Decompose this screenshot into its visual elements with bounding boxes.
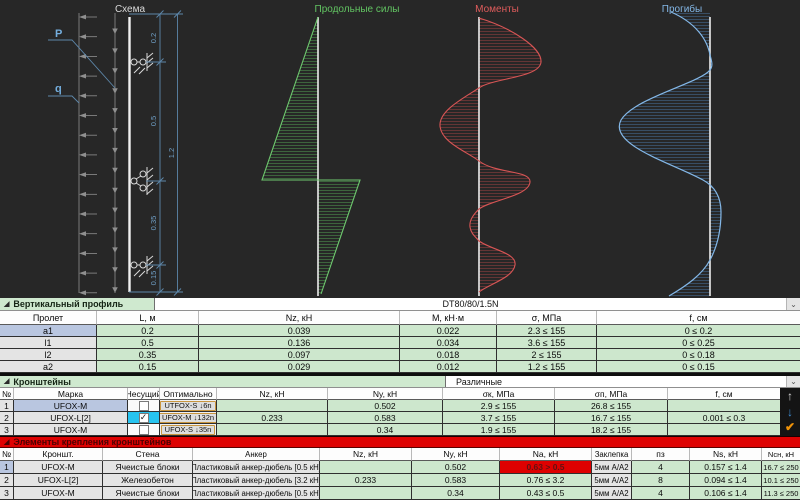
brackets-table: № Марка Несущий Оптимально Nz, кН Ny, кН… [0, 388, 800, 436]
collapse-icon[interactable]: ◢ [4, 301, 9, 308]
table-row[interactable]: а2 0.15 0.029 0.012 1.2 ≤ 155 0 ≤ 0.15 [0, 361, 800, 373]
table-row[interactable]: 1 UFOX-M UTFOX-S ↓6n 0.502 2.9 ≤ 155 26.… [0, 400, 800, 412]
table-row[interactable]: 1 UFOX-M Ячеистые блоки Пластиковый анке… [0, 461, 800, 474]
support-symbols [130, 52, 154, 278]
brackets-section-title: Кронштейны [13, 376, 71, 387]
collapse-icon[interactable]: ◢ [4, 439, 9, 446]
bearing-checkbox-cell: ✓ [128, 412, 160, 424]
diagram-canvas: Схема Продольные силы Моменты Прогибы P … [48, 3, 722, 297]
axial-forces-title: Продольные силы [315, 4, 400, 15]
fasteners-table: № Кроншт. Стена Анкер Nz, кН Ny, кН Na, … [0, 448, 800, 500]
fasteners-table-header: № Кроншт. Стена Анкер Nz, кН Ny, кН Na, … [0, 448, 800, 461]
optimal-bracket-button[interactable]: UFOX-M ↓132n [160, 412, 216, 423]
fasteners-section-title: Элементы крепления кронштейнов [13, 437, 172, 447]
brackets-group-header[interactable]: ◢ Кронштейны [0, 376, 446, 387]
svg-text:0.35: 0.35 [149, 216, 158, 231]
load-p-label: P [55, 28, 62, 40]
table-row[interactable]: а1 0.2 0.039 0.022 2.3 ≤ 155 0 ≤ 0.2 [0, 325, 800, 337]
brackets-combo-arrow-icon[interactable]: ⌄ [786, 376, 800, 387]
table-row[interactable]: 2 UFOX-L[2] Железобетон Пластиковый анке… [0, 474, 800, 487]
apply-check-icon[interactable]: ✔ [785, 421, 795, 434]
load-q-leader [48, 95, 80, 104]
optimal-bracket-button[interactable]: UFOX-S ↓35n [160, 424, 216, 435]
profile-section-bar: ◢ Вертикальный профиль DT80/80/1.5N ⌄ [0, 298, 800, 311]
bearing-checkbox-cell [128, 400, 160, 412]
profile-section-title: Вертикальный профиль [13, 299, 124, 309]
svg-text:1.2: 1.2 [167, 148, 176, 158]
profile-combo-arrow-icon[interactable]: ⌄ [786, 298, 800, 310]
moments-diagram [439, 17, 542, 296]
collapse-icon[interactable]: ◢ [4, 378, 9, 385]
bearing-checkbox[interactable] [138, 400, 149, 411]
table-row[interactable]: 3 UFOX-M Ячеистые блоки Пластиковый анке… [0, 487, 800, 500]
profile-table-header: Пролет L, м Nz, кН М, кН·м σ, МПа f, см [0, 311, 800, 325]
facade-calc-window: Схема Продольные силы Моменты Прогибы P … [0, 0, 800, 500]
table-row[interactable]: l1 0.5 0.136 0.034 3.6 ≤ 155 0 ≤ 0.25 [0, 337, 800, 349]
load-q-label: q [55, 83, 62, 95]
profile-combo[interactable]: DT80/80/1.5N [155, 298, 786, 310]
table-row[interactable]: 2 UFOX-L[2] ✓ UFOX-M ↓132n 0.233 0.583 3… [0, 412, 800, 424]
deflections-diagram [618, 11, 722, 297]
bearing-checkbox-cell [128, 424, 160, 436]
brackets-section-bar: ◢ Кронштейны Различные ⌄ [0, 376, 800, 388]
table-row[interactable]: 3 UFOX-M UFOX-S ↓35n 0.34 1.9 ≤ 155 18.2… [0, 424, 800, 436]
scheme-title: Схема [115, 4, 146, 15]
optimal-bracket-button[interactable]: UTFOX-S ↓6n [160, 400, 216, 411]
svg-text:0.2: 0.2 [149, 33, 158, 43]
profile-group-header[interactable]: ◢ Вертикальный профиль [0, 298, 155, 310]
brackets-table-header: № Марка Несущий Оптимально Nz, кН Ny, кН… [0, 388, 800, 400]
load-p-leader [48, 39, 116, 89]
fasteners-section-bar[interactable]: ◢ Элементы крепления кронштейнов [0, 436, 800, 448]
load-arrows [78, 13, 118, 296]
moments-title: Моменты [475, 4, 519, 15]
bearing-checkbox[interactable]: ✓ [138, 412, 149, 423]
svg-text:0.5: 0.5 [149, 116, 158, 126]
move-down-icon[interactable]: ↓ [787, 405, 793, 419]
anchor-overload-cell: 0.63 > 0.5 [500, 461, 592, 474]
svg-text:0.15: 0.15 [149, 271, 158, 286]
brackets-type-combo[interactable]: Различные [446, 376, 786, 387]
axial-forces-diagram [261, 16, 361, 296]
row-actions-panel: ↑ ↓ ✔ [780, 388, 800, 436]
bearing-checkbox[interactable] [138, 424, 149, 435]
move-up-icon[interactable]: ↑ [787, 390, 793, 403]
profile-table: Пролет L, м Nz, кН М, кН·м σ, МПа f, см … [0, 311, 800, 373]
dimension-labels: 0.2 0.5 0.35 0.15 1.2 [149, 33, 176, 286]
table-row[interactable]: l2 0.35 0.097 0.018 2 ≤ 155 0 ≤ 0.18 [0, 349, 800, 361]
